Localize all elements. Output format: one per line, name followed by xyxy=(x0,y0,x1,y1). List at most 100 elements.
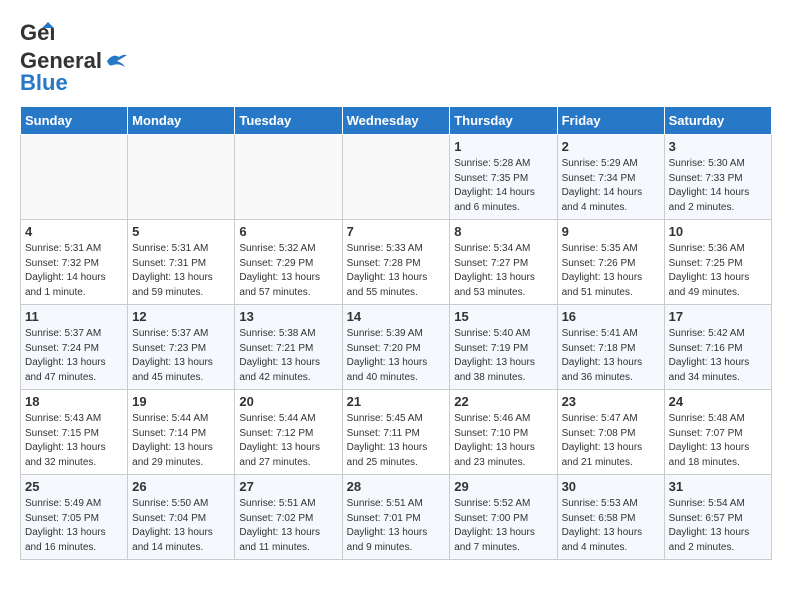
day-number: 8 xyxy=(454,224,552,239)
calendar-cell: 17 Sunrise: 5:42 AMSunset: 7:16 PMDayligh… xyxy=(664,305,771,390)
calendar-cell: 4 Sunrise: 5:31 AMSunset: 7:32 PMDaylight… xyxy=(21,220,128,305)
calendar-week-5: 25Sunrise: 5:49 AMSunset: 7:05 PMDayligh… xyxy=(21,475,772,560)
day-info: Sunrise: 5:37 AMSunset: 7:24 PMDaylight:… xyxy=(25,327,123,385)
day-number: 4 xyxy=(25,224,123,239)
day-info: Sunrise: 5:42 AMSunset: 7:16 PMDaylight:… xyxy=(669,327,767,385)
day-number: 11 xyxy=(25,309,123,324)
calendar-cell xyxy=(235,135,342,220)
day-number: 28 xyxy=(347,479,446,494)
calendar-cell: 30 Sunrise: 5:53 AMSunset: 6:58 PMDayligh… xyxy=(557,475,664,560)
calendar-cell: 12Sunrise: 5:37 AMSunset: 7:23 PMDayligh… xyxy=(128,305,235,390)
day-info: Sunrise: 5:49 AMSunset: 7:05 PMDaylight:… xyxy=(25,497,123,555)
calendar-week-1: 1 Sunrise: 5:28 AMSunset: 7:35 PMDaylight… xyxy=(21,135,772,220)
day-number: 12 xyxy=(132,309,230,324)
day-info: Sunrise: 5:45 AMSunset: 7:11 PMDaylight:… xyxy=(347,412,446,470)
calendar-cell: 16 Sunrise: 5:41 AMSunset: 7:18 PMDayligh… xyxy=(557,305,664,390)
day-number: 14 xyxy=(347,309,446,324)
calendar-header-saturday: Saturday xyxy=(664,107,771,135)
calendar-cell xyxy=(342,135,450,220)
calendar-header-tuesday: Tuesday xyxy=(235,107,342,135)
calendar-cell: 10Sunrise: 5:36 AMSunset: 7:25 PMDayligh… xyxy=(664,220,771,305)
calendar-cell: 8 Sunrise: 5:34 AMSunset: 7:27 PMDaylight… xyxy=(450,220,557,305)
day-number: 21 xyxy=(347,394,446,409)
calendar-header-thursday: Thursday xyxy=(450,107,557,135)
day-number: 24 xyxy=(669,394,767,409)
calendar-week-2: 4 Sunrise: 5:31 AMSunset: 7:32 PMDaylight… xyxy=(21,220,772,305)
day-info: Sunrise: 5:30 AMSunset: 7:33 PMDaylight:… xyxy=(669,157,767,215)
calendar-week-4: 18 Sunrise: 5:43 AMSunset: 7:15 PMDayligh… xyxy=(21,390,772,475)
day-number: 18 xyxy=(25,394,123,409)
calendar-cell: 5 Sunrise: 5:31 AMSunset: 7:31 PMDaylight… xyxy=(128,220,235,305)
day-number: 31 xyxy=(669,479,767,494)
day-info: Sunrise: 5:28 AMSunset: 7:35 PMDaylight:… xyxy=(454,157,552,215)
day-info: Sunrise: 5:53 AMSunset: 6:58 PMDaylight:… xyxy=(562,497,660,555)
calendar-cell: 22 Sunrise: 5:46 AMSunset: 7:10 PMDayligh… xyxy=(450,390,557,475)
calendar-header-sunday: Sunday xyxy=(21,107,128,135)
calendar-header-friday: Friday xyxy=(557,107,664,135)
calendar-cell: 19 Sunrise: 5:44 AMSunset: 7:14 PMDayligh… xyxy=(128,390,235,475)
day-info: Sunrise: 5:44 AMSunset: 7:12 PMDaylight:… xyxy=(239,412,337,470)
day-number: 9 xyxy=(562,224,660,239)
calendar-cell: 31 Sunrise: 5:54 AMSunset: 6:57 PMDayligh… xyxy=(664,475,771,560)
day-info: Sunrise: 5:54 AMSunset: 6:57 PMDaylight:… xyxy=(669,497,767,555)
calendar-cell: 18 Sunrise: 5:43 AMSunset: 7:15 PMDayligh… xyxy=(21,390,128,475)
calendar-cell: 2 Sunrise: 5:29 AMSunset: 7:34 PMDaylight… xyxy=(557,135,664,220)
calendar-cell: 24 Sunrise: 5:48 AMSunset: 7:07 PMDayligh… xyxy=(664,390,771,475)
logo-bird-icon xyxy=(105,53,127,69)
day-info: Sunrise: 5:52 AMSunset: 7:00 PMDaylight:… xyxy=(454,497,552,555)
day-info: Sunrise: 5:47 AMSunset: 7:08 PMDaylight:… xyxy=(562,412,660,470)
calendar-cell: 28Sunrise: 5:51 AMSunset: 7:01 PMDayligh… xyxy=(342,475,450,560)
day-number: 13 xyxy=(239,309,337,324)
day-number: 2 xyxy=(562,139,660,154)
calendar-cell: 26 Sunrise: 5:50 AMSunset: 7:04 PMDayligh… xyxy=(128,475,235,560)
logo: General General Blue xyxy=(20,20,127,96)
day-info: Sunrise: 5:50 AMSunset: 7:04 PMDaylight:… xyxy=(132,497,230,555)
day-number: 22 xyxy=(454,394,552,409)
day-info: Sunrise: 5:43 AMSunset: 7:15 PMDaylight:… xyxy=(25,412,123,470)
calendar-header-monday: Monday xyxy=(128,107,235,135)
calendar-week-3: 11 Sunrise: 5:37 AMSunset: 7:24 PMDayligh… xyxy=(21,305,772,390)
day-info: Sunrise: 5:29 AMSunset: 7:34 PMDaylight:… xyxy=(562,157,660,215)
day-info: Sunrise: 5:46 AMSunset: 7:10 PMDaylight:… xyxy=(454,412,552,470)
day-number: 27 xyxy=(239,479,337,494)
page-header: General General Blue xyxy=(20,20,772,96)
day-number: 1 xyxy=(454,139,552,154)
day-number: 7 xyxy=(347,224,446,239)
day-info: Sunrise: 5:34 AMSunset: 7:27 PMDaylight:… xyxy=(454,242,552,300)
day-number: 6 xyxy=(239,224,337,239)
calendar-cell: 21 Sunrise: 5:45 AMSunset: 7:11 PMDayligh… xyxy=(342,390,450,475)
calendar-cell: 11 Sunrise: 5:37 AMSunset: 7:24 PMDayligh… xyxy=(21,305,128,390)
day-number: 30 xyxy=(562,479,660,494)
day-number: 17 xyxy=(669,309,767,324)
day-number: 26 xyxy=(132,479,230,494)
day-number: 19 xyxy=(132,394,230,409)
calendar-cell: 6Sunrise: 5:32 AMSunset: 7:29 PMDaylight… xyxy=(235,220,342,305)
calendar-cell: 3 Sunrise: 5:30 AMSunset: 7:33 PMDaylight… xyxy=(664,135,771,220)
day-info: Sunrise: 5:51 AMSunset: 7:02 PMDaylight:… xyxy=(239,497,337,555)
calendar-cell xyxy=(21,135,128,220)
calendar-table: SundayMondayTuesdayWednesdayThursdayFrid… xyxy=(20,106,772,560)
day-info: Sunrise: 5:31 AMSunset: 7:31 PMDaylight:… xyxy=(132,242,230,300)
day-number: 3 xyxy=(669,139,767,154)
day-info: Sunrise: 5:44 AMSunset: 7:14 PMDaylight:… xyxy=(132,412,230,470)
day-info: Sunrise: 5:36 AMSunset: 7:25 PMDaylight:… xyxy=(669,242,767,300)
calendar-cell: 7 Sunrise: 5:33 AMSunset: 7:28 PMDaylight… xyxy=(342,220,450,305)
day-info: Sunrise: 5:33 AMSunset: 7:28 PMDaylight:… xyxy=(347,242,446,300)
logo-icon: General xyxy=(20,20,54,48)
calendar-cell: 23 Sunrise: 5:47 AMSunset: 7:08 PMDayligh… xyxy=(557,390,664,475)
day-number: 23 xyxy=(562,394,660,409)
calendar-cell xyxy=(128,135,235,220)
day-info: Sunrise: 5:48 AMSunset: 7:07 PMDaylight:… xyxy=(669,412,767,470)
day-number: 5 xyxy=(132,224,230,239)
day-info: Sunrise: 5:40 AMSunset: 7:19 PMDaylight:… xyxy=(454,327,552,385)
day-number: 16 xyxy=(562,309,660,324)
day-info: Sunrise: 5:31 AMSunset: 7:32 PMDaylight:… xyxy=(25,242,123,300)
day-number: 15 xyxy=(454,309,552,324)
day-info: Sunrise: 5:35 AMSunset: 7:26 PMDaylight:… xyxy=(562,242,660,300)
calendar-cell: 14 Sunrise: 5:39 AMSunset: 7:20 PMDayligh… xyxy=(342,305,450,390)
calendar-cell: 25Sunrise: 5:49 AMSunset: 7:05 PMDayligh… xyxy=(21,475,128,560)
logo-blue: Blue xyxy=(20,70,68,96)
calendar-cell: 1 Sunrise: 5:28 AMSunset: 7:35 PMDaylight… xyxy=(450,135,557,220)
day-info: Sunrise: 5:39 AMSunset: 7:20 PMDaylight:… xyxy=(347,327,446,385)
day-info: Sunrise: 5:41 AMSunset: 7:18 PMDaylight:… xyxy=(562,327,660,385)
